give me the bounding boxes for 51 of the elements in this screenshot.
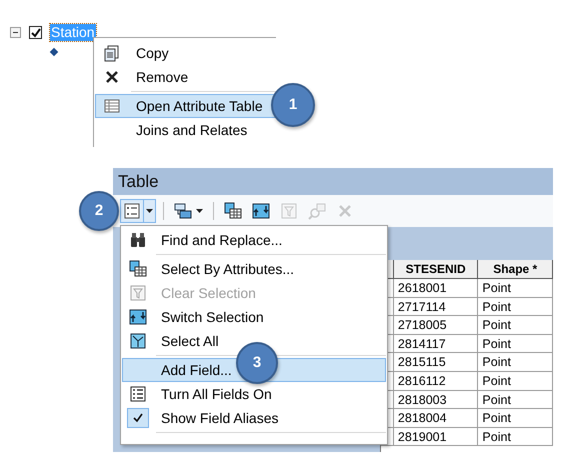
swap-arrows-icon: [252, 202, 270, 220]
window-title: Table: [113, 168, 553, 195]
menu-item[interactable]: Find and Replace...: [122, 228, 386, 252]
table-cell: Point: [478, 390, 553, 408]
table-cell: 2814117: [394, 334, 478, 352]
layer-checkbox[interactable]: [29, 26, 42, 39]
swap-arrows-icon: [129, 308, 147, 326]
check-icon: [127, 408, 149, 428]
list-icon: [123, 202, 141, 220]
table-cell: Point: [478, 353, 553, 371]
selected-table-icon: [224, 202, 242, 220]
step-number-badge: 2: [79, 191, 119, 231]
stacked-tables-icon: [174, 202, 192, 220]
table-cell: 2815115: [394, 353, 478, 371]
point-symbol-icon: [50, 48, 58, 56]
filter-icon: [280, 202, 298, 220]
magnifier-icon: [308, 202, 326, 220]
filter-icon: [129, 284, 147, 302]
dropdown-arrow-icon: [196, 209, 203, 213]
dropdown-arrow-icon: [146, 209, 153, 213]
column-header[interactable]: STESENID: [394, 260, 478, 278]
copy-icon: [103, 44, 121, 62]
selected-table-icon: [129, 260, 147, 278]
table-cell: Point: [478, 298, 553, 316]
table-cell: Point: [478, 428, 553, 446]
table-cell: Point: [478, 409, 553, 427]
table-icon: [103, 97, 121, 115]
selected-area-icon: [129, 332, 147, 350]
table-cell: 2818003: [394, 390, 478, 408]
table-cell: 2717114: [394, 298, 478, 316]
collapse-toggle[interactable]: [10, 27, 21, 38]
table-cell: 2818004: [394, 409, 478, 427]
toolbar-button[interactable]: [120, 199, 156, 223]
table-cell: 2819001: [394, 428, 478, 446]
table-cell: Point: [478, 372, 553, 390]
step-number-badge: 1: [271, 83, 315, 127]
column-header[interactable]: Shape *: [478, 260, 553, 278]
table-cell: Point: [478, 279, 553, 297]
list-icon: [129, 385, 147, 403]
menu-item[interactable]: Switch Selection: [122, 305, 386, 329]
table-cell: Point: [478, 316, 553, 334]
menu-item[interactable]: Turn All Fields On: [122, 382, 386, 406]
menu-item[interactable]: Show Field Aliases: [122, 406, 386, 430]
table-cell: 2816112: [394, 372, 478, 390]
table-cell: Point: [478, 334, 553, 352]
menu-item[interactable]: Copy: [95, 41, 276, 65]
table-cell: 2618001: [394, 279, 478, 297]
table-cell: 2718005: [394, 316, 478, 334]
menu-item[interactable]: Select By Attributes...: [122, 257, 386, 281]
menu-item[interactable]: Open Attribute Table: [95, 94, 276, 118]
binoculars-icon: [129, 231, 147, 249]
